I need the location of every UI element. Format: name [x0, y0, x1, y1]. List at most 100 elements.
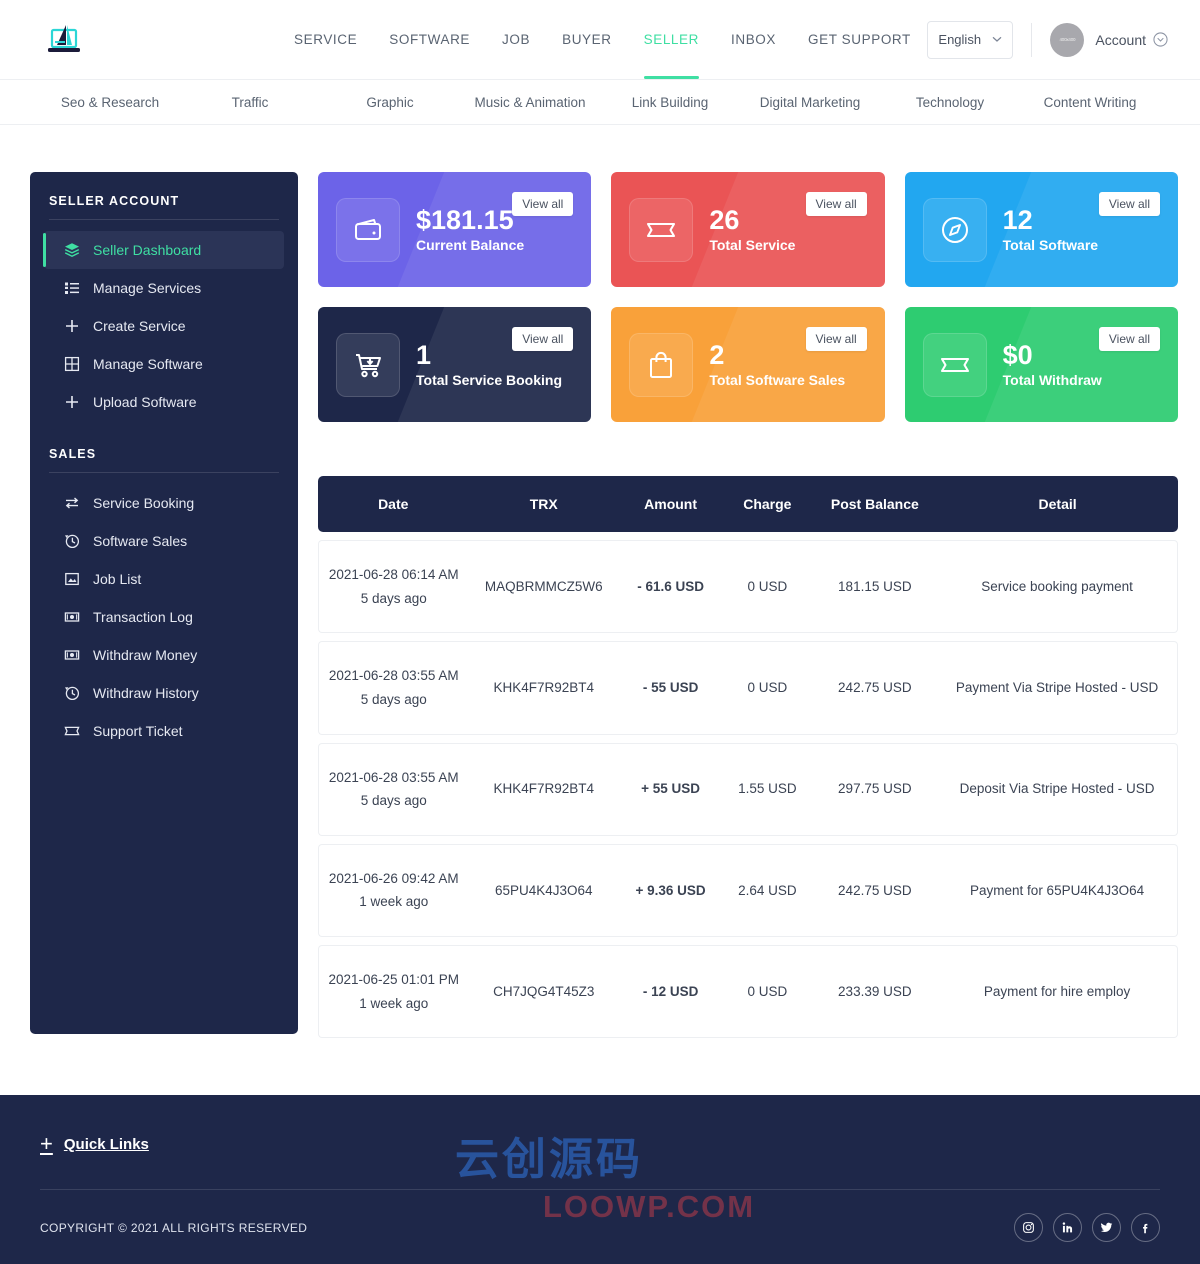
sidebar-label: Service Booking: [93, 495, 195, 511]
cell-post-balance: 233.39 USD: [812, 945, 938, 1039]
category-digital-marketing[interactable]: Digital Marketing: [740, 95, 880, 110]
footer-bottom: COPYRIGHT © 2021 ALL RIGHTS RESERVED: [40, 1190, 1160, 1242]
stat-card-text: $0 Total Withdraw: [1002, 340, 1102, 389]
nav-item-get-support[interactable]: GET SUPPORT: [808, 0, 911, 79]
nav-item-seller[interactable]: SELLER: [643, 0, 700, 79]
stat-cards-grid: $181.15 Current Balance View all 26 Tota…: [318, 172, 1178, 422]
copyright-text: COPYRIGHT © 2021 ALL RIGHTS RESERVED: [40, 1220, 308, 1235]
cell-date-value: 2021-06-28 03:55 AM: [328, 769, 459, 785]
stat-label: Current Balance: [416, 237, 525, 254]
sidebar-label: Seller Dashboard: [93, 242, 202, 258]
stat-label: Total Withdraw: [1002, 372, 1102, 389]
linkedin-icon[interactable]: [1053, 1213, 1082, 1242]
category-music-animation[interactable]: Music & Animation: [460, 95, 600, 110]
table-row[interactable]: 2021-06-28 03:55 AM 5 days ago KHK4F7R92…: [318, 742, 1178, 836]
page-body: SELLER ACCOUNT Seller Dashboard Manage S…: [0, 125, 1200, 1095]
sidebar-item-support-ticket[interactable]: Support Ticket: [44, 712, 284, 750]
nav-item-software[interactable]: SOFTWARE: [389, 0, 470, 79]
category-content-writing[interactable]: Content Writing: [1020, 95, 1160, 110]
sidebar-item-withdraw-money[interactable]: Withdraw Money: [44, 636, 284, 674]
category-nav: Seo & Research Traffic Graphic Music & A…: [0, 79, 1200, 125]
cell-trx: MAQBRMMCZ5W6: [468, 540, 619, 634]
site-logo[interactable]: [32, 20, 96, 60]
cell-date-value: 2021-06-26 09:42 AM: [328, 870, 459, 886]
category-technology[interactable]: Technology: [880, 95, 1020, 110]
sidebar-item-upload-software[interactable]: Upload Software: [44, 383, 284, 421]
view-all-button[interactable]: View all: [512, 192, 574, 216]
cell-date: 2021-06-28 06:14 AM 5 days ago: [318, 540, 469, 634]
sidebar-label: Manage Services: [93, 280, 202, 296]
table-row[interactable]: 2021-06-28 06:14 AM 5 days ago MAQBRMMCZ…: [318, 540, 1178, 634]
layers-icon: [63, 242, 80, 259]
cell-date-ago: 5 days ago: [360, 793, 427, 809]
cell-date: 2021-06-25 01:01 PM 1 week ago: [318, 945, 469, 1039]
table-header: Date TRX Amount Charge Post Balance Deta…: [318, 476, 1178, 532]
cell-detail: Service booking payment: [937, 540, 1178, 634]
cell-post-balance: 297.75 USD: [812, 742, 938, 836]
cell-date-ago: 1 week ago: [359, 894, 429, 910]
column-header-date: Date: [318, 476, 469, 532]
view-all-button[interactable]: View all: [805, 192, 867, 216]
sidebar-item-create-service[interactable]: Create Service: [44, 307, 284, 345]
cell-date-value: 2021-06-25 01:01 PM: [328, 972, 460, 987]
cell-date: 2021-06-28 03:55 AM 5 days ago: [318, 641, 469, 735]
view-all-button[interactable]: View all: [512, 327, 574, 351]
sidebar-item-manage-software[interactable]: Manage Software: [44, 345, 284, 383]
nav-item-buyer[interactable]: BUYER: [562, 0, 612, 79]
transaction-table: Date TRX Amount Charge Post Balance Deta…: [318, 468, 1178, 1046]
table-body: 2021-06-28 06:14 AM 5 days ago MAQBRMMCZ…: [318, 540, 1178, 1039]
social-links: [1014, 1213, 1160, 1242]
wallet-icon: [336, 197, 400, 262]
sidebar-label: Withdraw Money: [93, 647, 198, 663]
instagram-icon[interactable]: [1014, 1213, 1043, 1242]
language-selector[interactable]: English: [927, 20, 1014, 59]
view-all-button[interactable]: View all: [805, 327, 867, 351]
category-graphic[interactable]: Graphic: [320, 95, 460, 110]
table-row[interactable]: 2021-06-26 09:42 AM 1 week ago 65PU4K4J3…: [318, 843, 1178, 937]
cell-charge: 0 USD: [722, 945, 813, 1039]
history-icon: [63, 685, 80, 702]
sidebar-item-withdraw-history[interactable]: Withdraw History: [44, 674, 284, 712]
cell-date: 2021-06-28 03:55 AM 5 days ago: [318, 742, 469, 836]
nav-item-job[interactable]: JOB: [502, 0, 530, 79]
sidebar-item-seller-dashboard[interactable]: Seller Dashboard: [43, 231, 284, 269]
stat-value: 26: [709, 204, 740, 235]
cell-detail: Payment Via Stripe Hosted - USD: [937, 641, 1178, 735]
account-menu[interactable]: Account: [1095, 32, 1168, 48]
column-header-amount: Amount: [619, 476, 723, 532]
stat-label: Total Service: [709, 237, 796, 254]
quick-links-toggle[interactable]: + Quick Links: [40, 1095, 1160, 1155]
table-row[interactable]: 2021-06-25 01:01 PM 1 week ago CH7JQG4T4…: [318, 945, 1178, 1039]
sidebar-item-transaction-log[interactable]: Transaction Log: [44, 598, 284, 636]
sidebar-section-title-seller-account: SELLER ACCOUNT: [49, 194, 180, 208]
stat-card-current-balance: $181.15 Current Balance View all: [318, 172, 592, 287]
view-all-button[interactable]: View all: [1098, 192, 1160, 216]
cell-detail: Deposit Via Stripe Hosted - USD: [937, 742, 1178, 836]
facebook-icon[interactable]: [1131, 1213, 1160, 1242]
cell-amount: - 61.6 USD: [619, 540, 723, 634]
table-row[interactable]: 2021-06-28 03:55 AM 5 days ago KHK4F7R92…: [318, 641, 1178, 735]
ticket-icon: [922, 332, 987, 397]
category-seo-research[interactable]: Seo & Research: [40, 95, 180, 110]
sidebar-item-manage-services[interactable]: Manage Services: [44, 269, 284, 307]
sidebar-item-software-sales[interactable]: Software Sales: [44, 522, 284, 560]
sidebar-label: Software Sales: [93, 533, 188, 549]
nav-item-service[interactable]: SERVICE: [294, 0, 357, 79]
cell-date-ago: 5 days ago: [360, 590, 427, 606]
stat-card-total-software-sales: 2 Total Software Sales View all: [611, 307, 885, 422]
quick-links-label: Quick Links: [63, 1135, 149, 1153]
stat-card-text: $181.15 Current Balance: [416, 205, 525, 254]
twitter-icon[interactable]: [1092, 1213, 1121, 1242]
seller-sidebar: SELLER ACCOUNT Seller Dashboard Manage S…: [30, 172, 298, 1034]
sidebar-item-job-list[interactable]: Job List: [44, 560, 284, 598]
nav-item-inbox[interactable]: INBOX: [731, 0, 776, 79]
sidebar-item-service-booking[interactable]: Service Booking: [44, 484, 284, 522]
category-traffic[interactable]: Traffic: [180, 95, 320, 110]
cell-trx: CH7JQG4T45Z3: [468, 945, 619, 1039]
avatar[interactable]: 400x400: [1050, 22, 1085, 57]
view-all-button[interactable]: View all: [1098, 327, 1160, 351]
cell-post-balance: 181.15 USD: [812, 540, 938, 634]
plus-icon: [63, 394, 80, 411]
category-link-building[interactable]: Link Building: [600, 95, 740, 110]
